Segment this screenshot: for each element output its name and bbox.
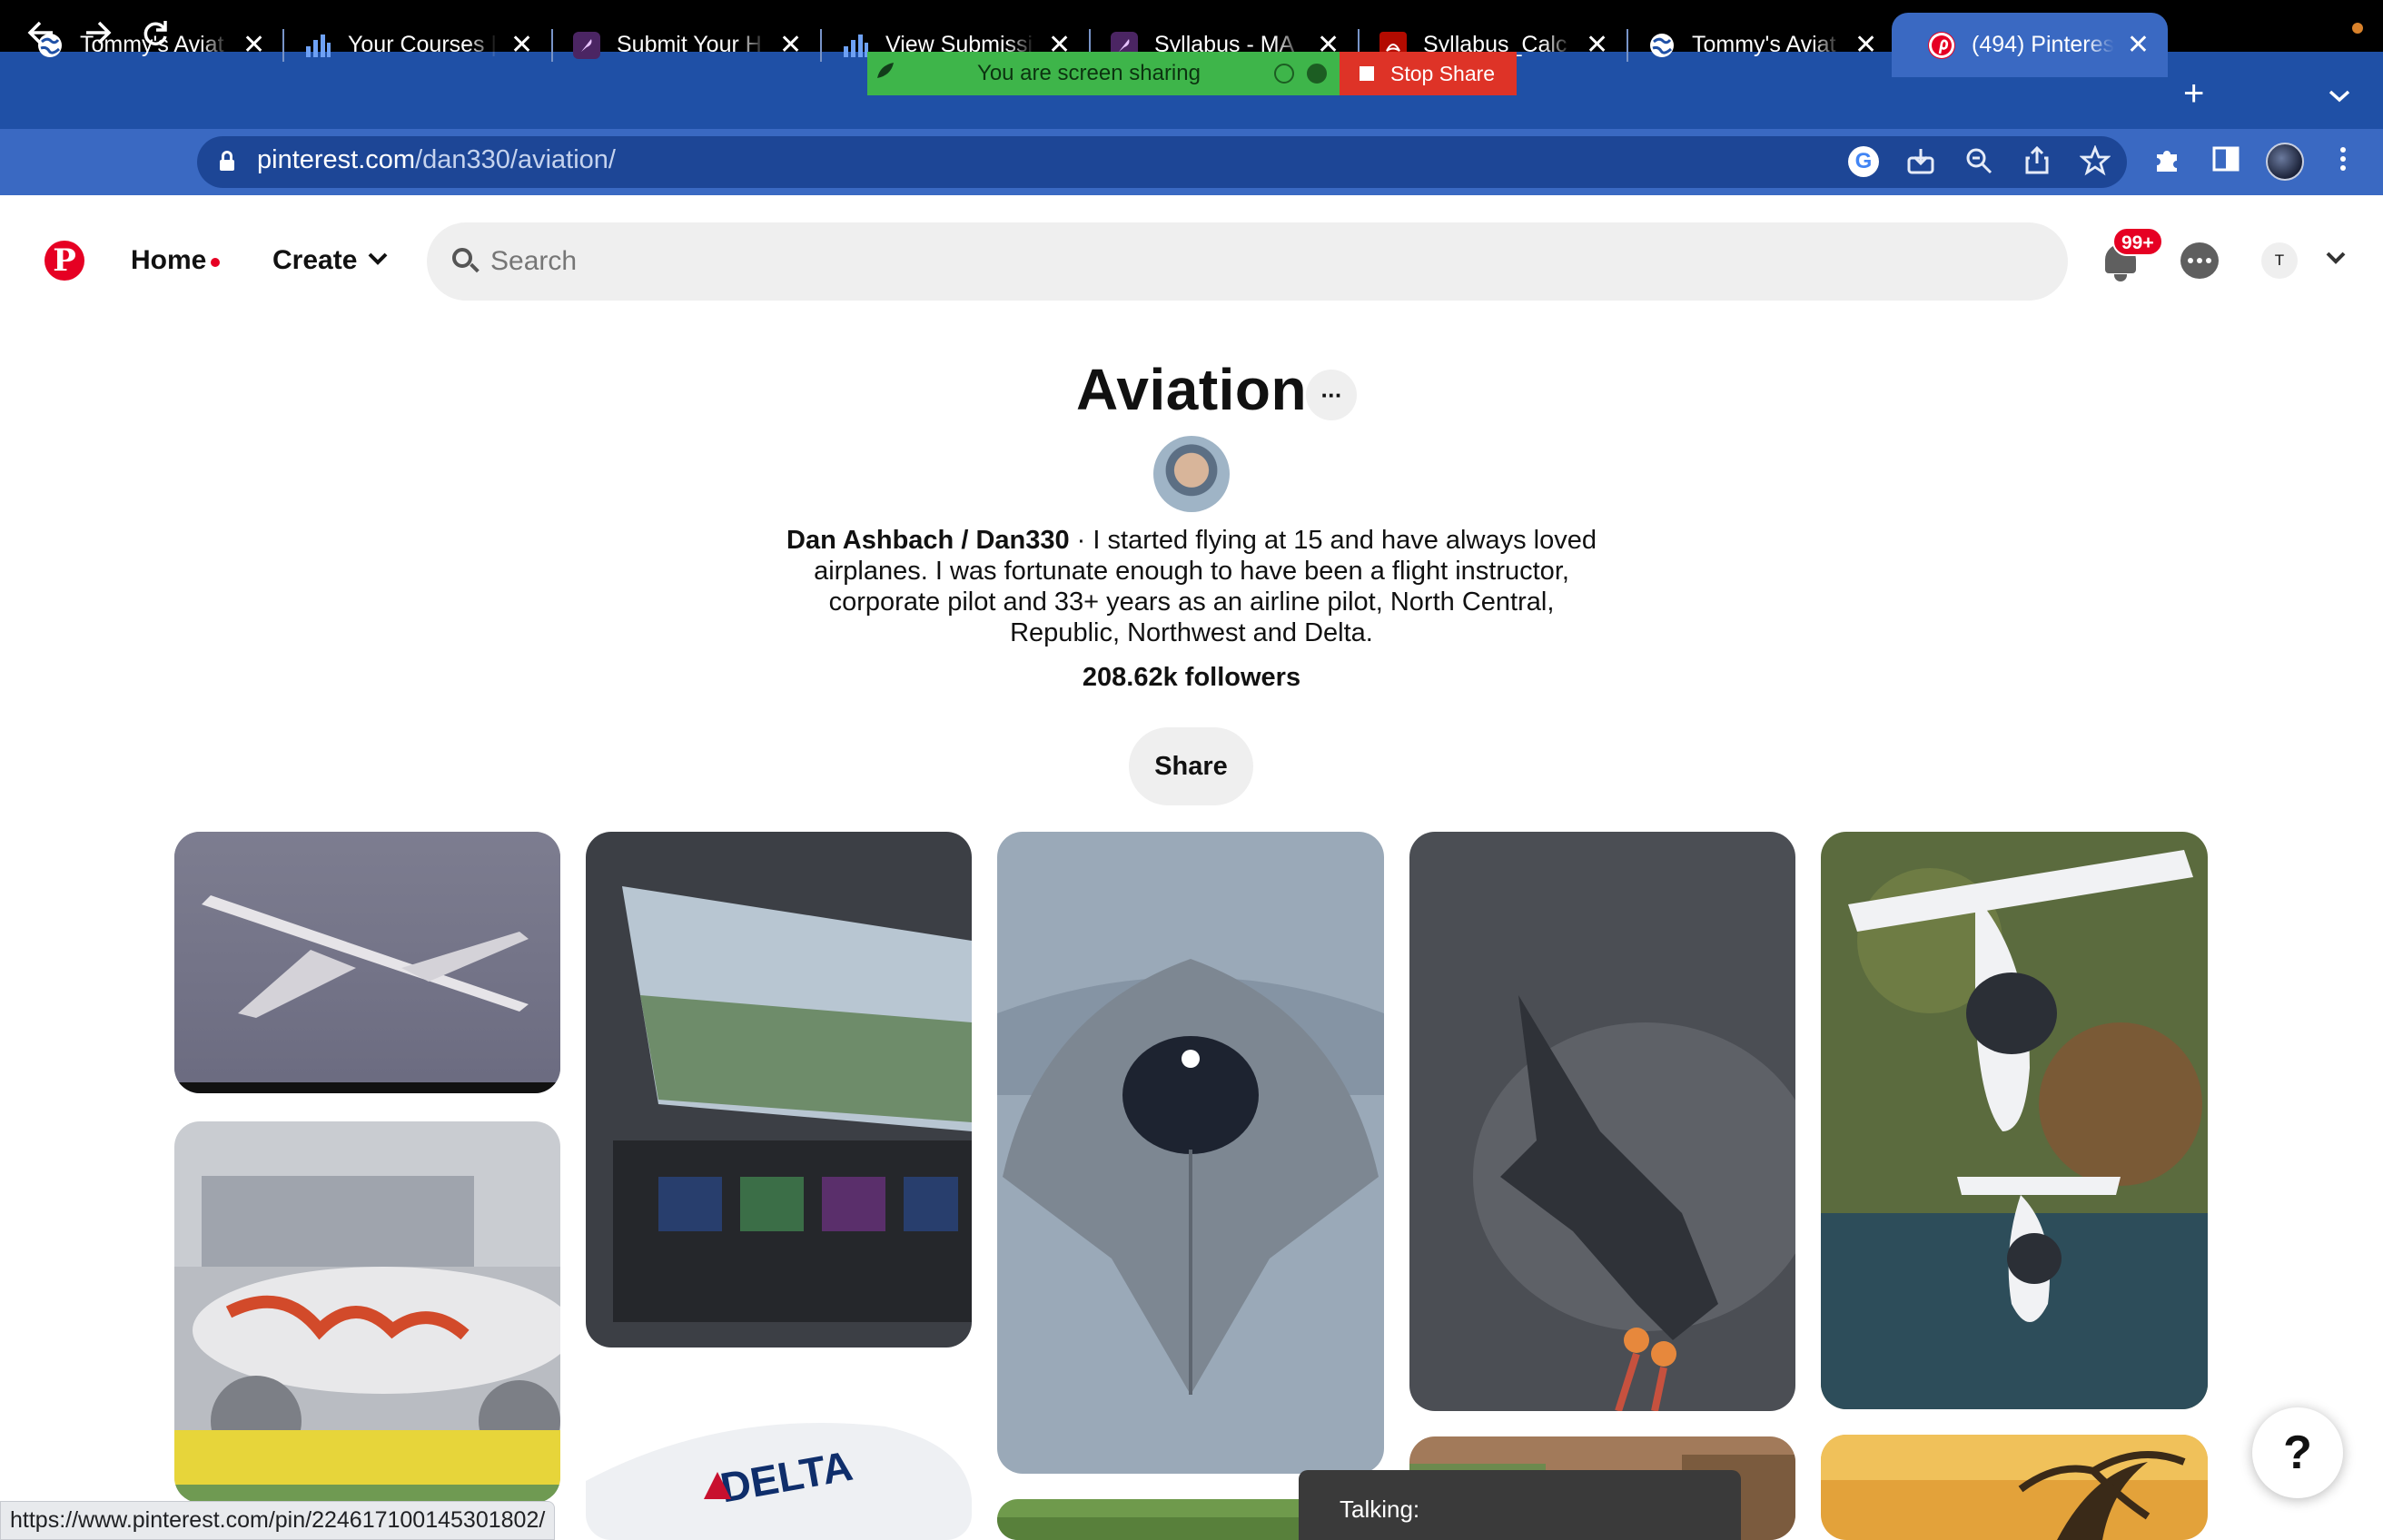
profile-avatar[interactable] — [2266, 143, 2304, 181]
close-icon[interactable]: ✕ — [2127, 31, 2150, 59]
url-text[interactable]: pinterest.com/dan330/aviation/ — [257, 145, 616, 175]
close-icon[interactable]: ✕ — [1854, 31, 1877, 59]
security-shield-icon — [1307, 64, 1327, 84]
bookmark-star-icon[interactable] — [2079, 144, 2111, 184]
pin-amphibious-light-aircraft[interactable] — [1821, 832, 2208, 1409]
help-button[interactable]: ? — [2252, 1407, 2343, 1498]
stop-share-label: Stop Share — [1390, 61, 1496, 85]
back-button[interactable] — [25, 13, 56, 62]
google-lens-icon[interactable]: G — [1848, 146, 1879, 177]
bar-chart-icon — [304, 32, 331, 59]
chevron-down-icon[interactable] — [367, 247, 389, 272]
recording-indicator-icon — [2352, 23, 2363, 34]
nav-create[interactable]: Create — [272, 245, 357, 276]
share-app-icon — [867, 60, 904, 88]
tab-title: Your Courses | — [348, 32, 497, 57]
close-icon[interactable]: ✕ — [1586, 31, 1608, 59]
browser-tab[interactable]: Submit Your H ✕ — [537, 13, 820, 77]
new-tab-button[interactable]: + — [2183, 75, 2204, 112]
browser-tab-active[interactable]: (494) Pinteres ✕ — [1892, 13, 2168, 77]
extensions-icon[interactable] — [2152, 143, 2183, 183]
globe-icon — [1648, 32, 1676, 59]
separator: · — [1069, 526, 1093, 555]
tab-title: (494) Pinteres — [1972, 32, 2114, 57]
board-title: Aviation — [1076, 357, 1308, 422]
stop-share-button[interactable]: Stop Share — [1340, 52, 1517, 95]
kebab-menu-icon[interactable] — [2334, 143, 2352, 183]
screen-share-banner: You are screen sharing — [867, 52, 1340, 95]
close-icon[interactable]: ✕ — [779, 31, 802, 59]
notification-count-badge: 99+ — [2112, 227, 2163, 256]
search-input[interactable] — [490, 236, 2034, 287]
url-host: pinterest.com — [257, 145, 416, 174]
pin-painted-widebody[interactable] — [174, 1121, 560, 1503]
pin-cockpit-view[interactable] — [586, 832, 972, 1348]
browser-tab[interactable]: Tommy's Aviat ✕ — [1612, 13, 1895, 77]
search-icon — [452, 248, 480, 275]
zoom-icon[interactable] — [1963, 145, 1994, 184]
pin-sunset-palms[interactable] — [1821, 1435, 2208, 1540]
pause-share-icon[interactable] — [1274, 64, 1294, 84]
pin-delta-747[interactable]: DELTA — [586, 1372, 972, 1540]
bar-chart-icon — [842, 32, 869, 59]
close-icon[interactable]: ✕ — [242, 31, 265, 59]
board-description: Dan Ashbach / Dan330 · I started flying … — [783, 525, 1600, 648]
account-chevron-down-icon[interactable] — [2325, 246, 2347, 271]
pinterest-logo[interactable]: P — [44, 241, 84, 281]
tab-title: Tommy's Aviat — [1692, 32, 1836, 57]
board-owner-link[interactable]: Dan Ashbach / Dan330 — [786, 526, 1070, 555]
pin-airliner-takeoff[interactable] — [174, 832, 560, 1093]
home-update-dot — [211, 258, 220, 267]
close-icon[interactable]: ✕ — [510, 31, 533, 59]
url-path: /dan330/aviation/ — [415, 145, 616, 174]
pin-jet-fighter-climb[interactable] — [1409, 832, 1795, 1411]
tab-title: Submit Your H — [617, 32, 762, 57]
nav-home[interactable]: Home — [131, 245, 206, 276]
side-panel-icon[interactable] — [2210, 143, 2241, 183]
pinterest-icon — [1928, 31, 1955, 59]
feather-icon — [573, 31, 600, 59]
lock-icon[interactable] — [220, 151, 234, 171]
forward-button[interactable] — [83, 13, 114, 62]
share-button[interactable]: Share — [1129, 727, 1253, 805]
board-more-options-button[interactable]: ··· — [1306, 370, 1357, 420]
pin-stealth-fighter[interactable] — [997, 832, 1384, 1474]
reload-button[interactable] — [140, 13, 171, 62]
owner-avatar[interactable] — [1153, 436, 1230, 512]
tab-search-chevron-icon[interactable] — [2328, 82, 2351, 110]
screen-share-message: You are screen sharing — [977, 61, 1201, 85]
talking-indicator: Talking: — [1299, 1470, 1741, 1540]
share-page-icon[interactable] — [2022, 145, 2052, 184]
browser-tab[interactable]: Your Courses | ✕ — [268, 13, 551, 77]
status-bar-url: https://www.pinterest.com/pin/2246171001… — [0, 1501, 556, 1540]
followers-count[interactable]: 208.62k followers — [1010, 663, 1373, 693]
account-avatar[interactable]: T — [2261, 242, 2298, 279]
install-app-icon[interactable] — [1905, 145, 1936, 184]
messages-icon[interactable] — [2180, 242, 2219, 279]
stop-icon — [1360, 66, 1374, 81]
